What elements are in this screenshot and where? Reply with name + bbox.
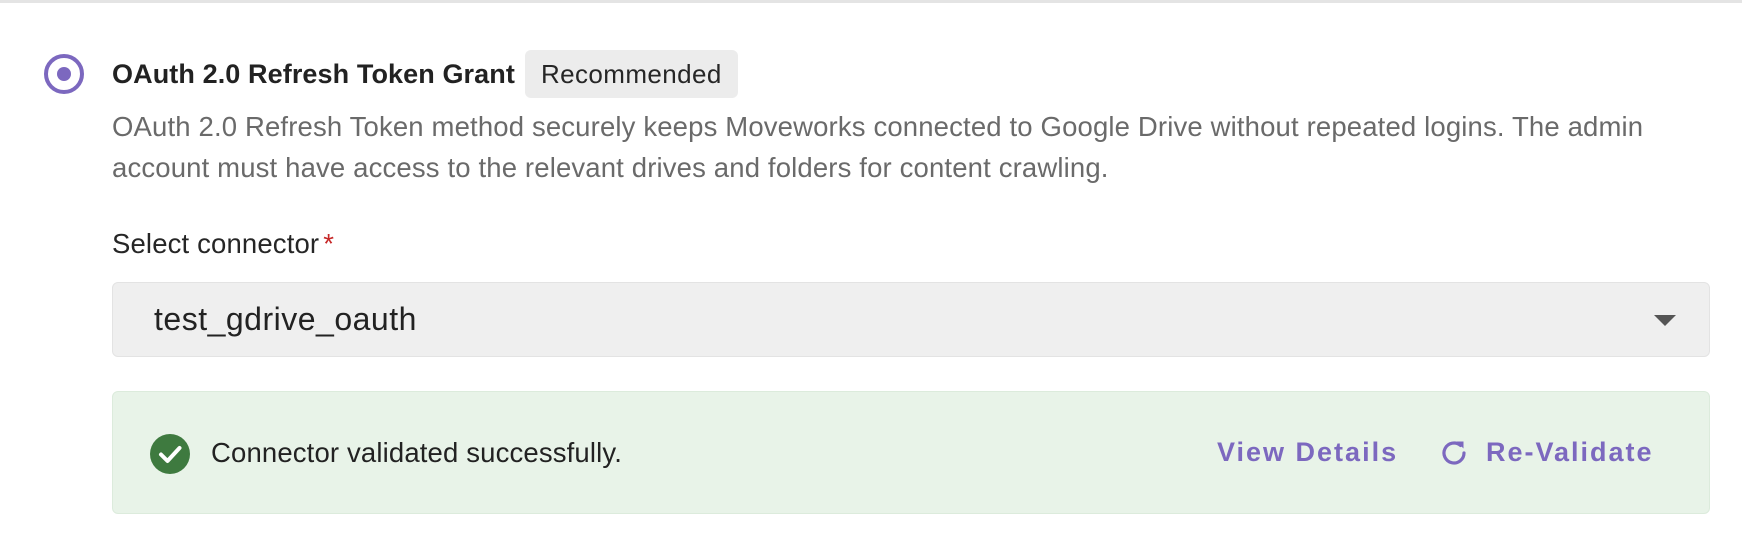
auth-option-description: OAuth 2.0 Refresh Token method securely … [112, 111, 1644, 183]
check-circle-icon [150, 434, 190, 474]
select-connector-label-text: Select connector [112, 228, 320, 259]
radio-selected-dot [57, 67, 71, 81]
top-divider [0, 0, 1742, 3]
recommended-badge: Recommended [524, 50, 738, 98]
refresh-icon [1442, 440, 1466, 465]
revalidate-button[interactable]: Re-Validate [1438, 392, 1654, 513]
auth-option-header: OAuth 2.0 Refresh Token Grant Recommende… [112, 50, 738, 98]
connector-select-value: test_gdrive_oauth [154, 301, 417, 337]
required-asterisk: * [323, 228, 335, 259]
chevron-down-icon [1654, 315, 1676, 326]
select-connector-label: Select connector * [112, 228, 334, 260]
auth-option-title[interactable]: OAuth 2.0 Refresh Token Grant [112, 59, 515, 90]
validation-message: Connector validated successfully. [211, 437, 623, 468]
connector-select[interactable]: test_gdrive_oauth [112, 282, 1710, 357]
view-details-button[interactable]: View Details [1217, 392, 1398, 513]
validation-success-alert: Connector validated successfully. View D… [112, 391, 1710, 514]
revalidate-label: Re-Validate [1486, 437, 1654, 467]
auth-option-radio[interactable] [44, 54, 84, 94]
